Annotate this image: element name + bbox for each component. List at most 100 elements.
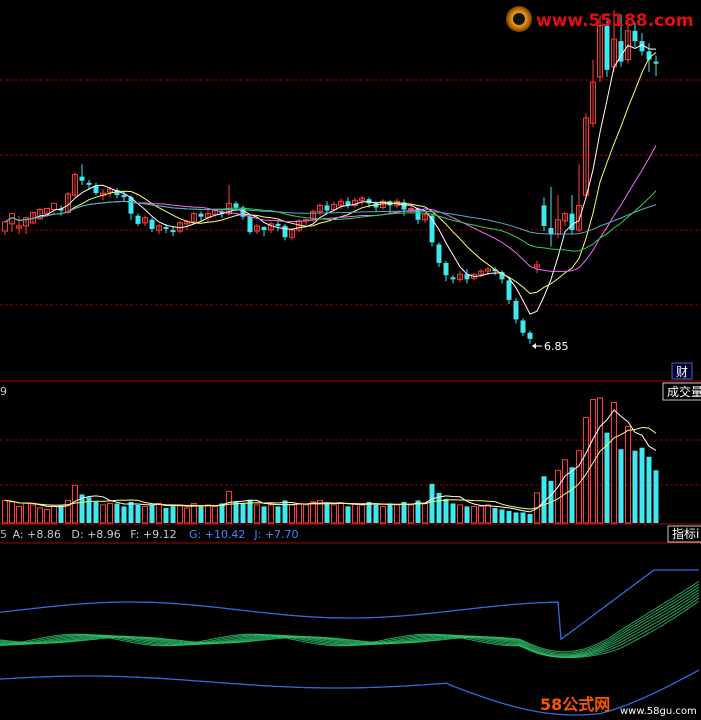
volume-bar-up bbox=[205, 504, 211, 524]
volume-bar-down bbox=[373, 504, 379, 523]
volume-bar-down bbox=[499, 509, 505, 523]
volume-bar-down bbox=[163, 507, 169, 523]
volume-bar-up bbox=[583, 417, 589, 524]
volume-bar-up bbox=[51, 505, 57, 524]
volume-bar-down bbox=[401, 501, 407, 523]
candle-body-down bbox=[324, 205, 330, 211]
volume-bar-down bbox=[149, 504, 155, 523]
candle-body-down bbox=[233, 203, 239, 208]
indicator-readout-value: F: +9.12 bbox=[130, 528, 176, 541]
volume-bar-down bbox=[135, 504, 141, 523]
volume-bar-up bbox=[303, 504, 309, 524]
volume-bar-down bbox=[324, 503, 330, 523]
volume-bar-down bbox=[646, 456, 652, 523]
volume-bar-up bbox=[30, 504, 36, 524]
indicator-upper-band bbox=[0, 569, 699, 641]
volume-bar-up bbox=[485, 504, 491, 524]
candle-body-down bbox=[436, 244, 442, 263]
volume-bar-down bbox=[93, 501, 99, 523]
volume-bar-down bbox=[569, 467, 575, 523]
candle-body-down bbox=[527, 332, 533, 339]
volume-bar-down bbox=[464, 506, 470, 523]
stock-chart-canvas: 6.85 5 A: +8.86 D: +8.96 F: +9.12 G: +10.42 J… bbox=[0, 6, 701, 717]
candle-body-down bbox=[282, 225, 288, 238]
volume-ma5-line bbox=[4, 409, 657, 513]
candle-body-down bbox=[247, 216, 253, 233]
indicator-panel bbox=[0, 569, 700, 716]
volume-bar-up bbox=[72, 484, 78, 524]
volume-bar-down bbox=[240, 503, 246, 523]
bottom-brand-watermark: 58公式网 bbox=[540, 695, 610, 714]
volume-bar-up bbox=[576, 450, 582, 524]
volume-panel bbox=[2, 397, 659, 524]
candle-body-up bbox=[51, 202, 57, 211]
indicator-select-button-label[interactable]: 指标i bbox=[672, 526, 699, 541]
candle-body-down bbox=[520, 320, 526, 333]
indicator-readout-value: A: +8.86 bbox=[13, 528, 61, 541]
volume-bar-up bbox=[100, 504, 106, 524]
volume-bar-up bbox=[408, 504, 414, 524]
candle-body-down bbox=[632, 30, 638, 42]
candle-body-down bbox=[163, 226, 169, 230]
indicator-readout-value: 5 bbox=[0, 528, 7, 541]
volume-bar-up bbox=[23, 502, 29, 524]
volume-bar-up bbox=[9, 501, 15, 524]
volume-bar-up bbox=[107, 502, 113, 524]
volume-bar-up bbox=[142, 505, 148, 524]
indicator-readout-value: G: +10.42 bbox=[189, 528, 245, 541]
bottom-url-watermark: www.58gu.com bbox=[620, 706, 697, 717]
volume-bar-up bbox=[338, 502, 344, 524]
candle-body-down bbox=[170, 230, 176, 233]
volume-bar-down bbox=[513, 512, 519, 523]
volume-bar-up bbox=[2, 499, 8, 524]
volume-bar-up bbox=[296, 502, 302, 524]
candle-body-down bbox=[548, 228, 554, 235]
candle-body-down bbox=[149, 219, 155, 230]
volume-bar-up bbox=[394, 504, 400, 524]
volume-bar-down bbox=[450, 503, 456, 523]
volume-bar-up bbox=[471, 505, 477, 524]
site-logo-icon-inner bbox=[513, 13, 525, 25]
volume-bar-up bbox=[156, 502, 162, 524]
volume-indicator-button-label[interactable]: 成交量 bbox=[667, 384, 701, 399]
volume-bar-down bbox=[443, 498, 449, 523]
price-panel: 6.85 bbox=[2, 10, 659, 353]
volume-bar-up bbox=[380, 505, 386, 524]
volume-bar-down bbox=[345, 506, 351, 523]
volume-bar-down bbox=[618, 449, 624, 523]
ma5-line bbox=[4, 44, 657, 315]
volume-bar-down bbox=[506, 510, 512, 523]
volume-bar-down bbox=[282, 500, 288, 523]
volume-bar-down bbox=[198, 506, 204, 523]
volume-bar-up bbox=[331, 504, 337, 524]
site-url-watermark: www.55188.com bbox=[536, 11, 694, 31]
volume-bar-down bbox=[632, 450, 638, 523]
volume-bar-up bbox=[226, 490, 232, 524]
volume-bar-down bbox=[639, 447, 645, 523]
volume-bar-up bbox=[352, 502, 358, 524]
candle-body-down bbox=[198, 213, 204, 217]
candle-body-down bbox=[275, 223, 281, 226]
volume-bar-up bbox=[184, 507, 190, 524]
volume-bar-down bbox=[387, 503, 393, 523]
candle-body-down bbox=[261, 226, 267, 231]
volume-bar-up bbox=[289, 504, 295, 524]
indicator-ribbon-line bbox=[0, 594, 700, 658]
volume-bar-up bbox=[44, 508, 50, 524]
volume-bar-up bbox=[590, 399, 596, 524]
volume-bar-down bbox=[653, 470, 659, 523]
volume-bar-up bbox=[177, 504, 183, 524]
candle-body-down bbox=[541, 205, 547, 226]
volume-panel-label: 9 bbox=[0, 385, 7, 398]
candle-body-down bbox=[93, 185, 99, 194]
candle-body-down bbox=[653, 61, 659, 64]
volume-bar-up bbox=[37, 507, 43, 524]
low-price-label: 6.85 bbox=[544, 340, 569, 353]
chart-window: 6.85 5 A: +8.86 D: +8.96 F: +9.12 G: +10.42 J… bbox=[0, 0, 701, 720]
volume-bar-down bbox=[275, 506, 281, 523]
volume-bar-down bbox=[520, 512, 526, 523]
candle-body-down bbox=[604, 25, 610, 70]
finance-tab-label[interactable]: 财 bbox=[676, 365, 688, 379]
low-marker-arrow-head bbox=[532, 343, 536, 350]
volume-bar-down bbox=[121, 506, 127, 523]
